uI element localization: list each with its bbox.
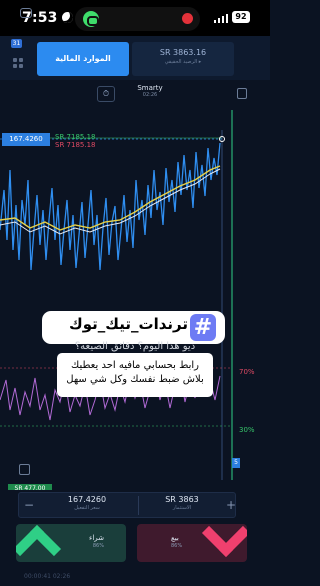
activation-price-label: سعر التفعيل [74,505,100,511]
caption-line-2: بلاش ضبط نفسك وكل شي سهل [66,374,204,385]
asset-selector[interactable]: Smarty 02:26 [119,84,181,104]
asset-expiry-time: 02:26 [142,92,158,98]
indicators-icon[interactable] [19,464,30,475]
hashtag-icon: # [190,314,216,341]
sell-payout: 86% [171,543,183,549]
demo-balance-button[interactable]: الموارد المالية [37,42,129,76]
price-line [0,142,221,271]
real-balance-label: الرصيد الحقيقي ▸ [164,59,202,65]
asset-name: Smarty [137,84,163,92]
investment-label: الاستثمار [172,505,192,511]
buy-payout: 86% [92,543,104,549]
app-activity-icon [83,11,99,27]
trophy-icon[interactable] [20,8,32,18]
increase-button[interactable]: + [224,499,238,511]
activation-price-value: 167.4260 [67,495,107,504]
menu-grid-icon[interactable] [13,58,23,68]
focus-moon-icon [62,12,73,23]
signal-icon [214,14,228,23]
buy-label: شراء [89,534,104,542]
wallet-icon[interactable] [237,88,247,99]
recording-icon [182,13,193,24]
chart-canvas [0,110,233,480]
down-arrow-icon [201,524,247,558]
battery-icon: 92 [232,11,250,23]
decrease-button[interactable]: − [22,499,36,511]
buy-button[interactable]: شراء 86% [16,524,126,562]
real-balance-button[interactable]: SR 3863.16 الرصيد الحقيقي ▸ [132,42,234,76]
oscillator-30-label: 30% [239,426,255,434]
sell-label: بيع [171,534,179,542]
oscillator-70-label: 70% [239,368,255,376]
price-chart[interactable] [0,110,250,480]
up-arrow-icon [16,524,62,562]
field-divider [138,496,139,515]
caption-line-1: رابط بحسابي مافيه احد يعطيك [71,360,199,371]
activation-price-field[interactable]: 167.4260 سعر التفعيل [40,495,134,511]
hashtag-text: ترندات_تيك_توك [69,315,188,333]
status-bar: 7:53 92 [0,0,270,36]
overlay-subtext: ديو هذا اليوم؟ دقائق الصيغه؟ [74,341,196,352]
sr-green-label: SR 7185.18 [55,133,96,141]
caption-box: رابط بحسابي مافيه احد يعطيك بلاش ضبط نفس… [57,353,213,397]
account-count-badge: 31 [11,39,22,48]
timer-icon[interactable]: ⏱ [97,86,115,102]
moving-average-yellow [0,165,221,231]
investment-value: SR 3863 [165,495,199,504]
moving-average-white [0,168,221,235]
hashtag-sticker: ترندات_تيك_توك # [42,311,225,344]
current-price-tag: 167.4260 [2,133,50,146]
sr-red-label: SR 7185.18 [55,141,96,149]
real-balance-value: SR 3863.16 [159,48,207,57]
sell-button[interactable]: بيع 86% [137,524,247,562]
dynamic-island [75,7,200,31]
footer-timer: 00:00:41 02:26 [24,573,71,580]
scroll-badge[interactable]: 5 [232,458,240,468]
investment-field[interactable]: SR 3863 الاستثمار [142,495,222,511]
